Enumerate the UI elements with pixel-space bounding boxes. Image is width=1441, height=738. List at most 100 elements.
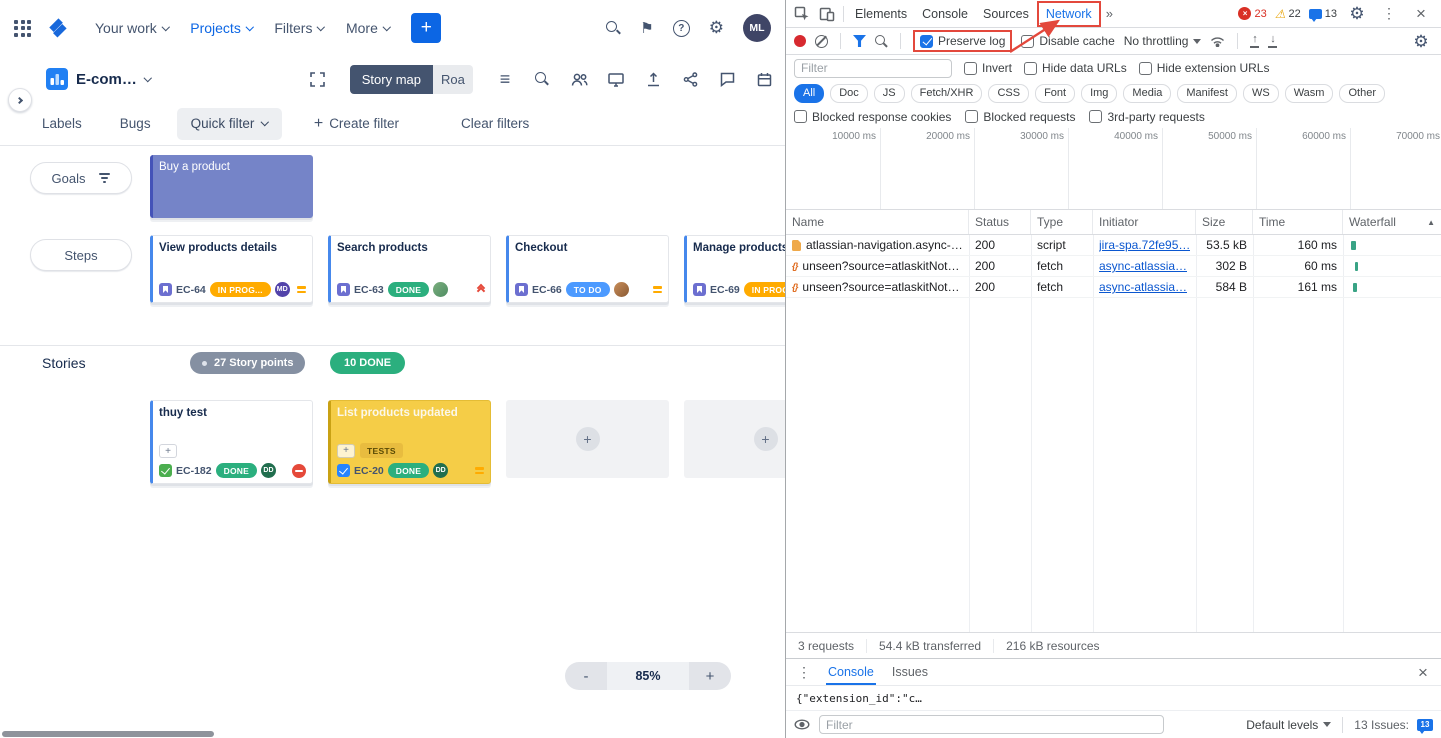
invert-checkbox[interactable]: Invert (964, 61, 1012, 75)
device-toolbar-icon[interactable] (815, 2, 839, 26)
blocked-requests-checkbox[interactable]: Blocked requests (965, 110, 1075, 124)
column-header-initiator[interactable]: Initiator (1093, 210, 1196, 234)
inspect-element-icon[interactable] (790, 2, 814, 26)
roadmap-view-button[interactable]: Roa (433, 65, 473, 94)
column-header-status[interactable]: Status (969, 210, 1031, 234)
quick-filter-button[interactable]: Quick filter (177, 108, 282, 140)
help-icon[interactable] (673, 20, 690, 37)
add-card-icon[interactable] (576, 427, 600, 451)
checkbox-icon[interactable] (794, 110, 807, 123)
status-badge[interactable]: TO DO (566, 282, 610, 297)
export-har-icon[interactable]: ↓ (1268, 34, 1277, 48)
issue-key[interactable]: EC-63 (354, 284, 384, 296)
share-icon[interactable] (681, 70, 699, 88)
more-tabs-chevron[interactable]: » (1102, 6, 1117, 21)
column-header-name[interactable]: Name (786, 210, 969, 234)
board-search-icon[interactable] (535, 72, 550, 87)
search-icon[interactable] (606, 21, 621, 36)
step-card[interactable]: Checkout EC-66 TO DO (506, 235, 669, 303)
checkbox-icon[interactable] (1024, 62, 1037, 75)
devtools-menu-icon[interactable] (1377, 2, 1401, 26)
hide-data-urls-checkbox[interactable]: Hide data URLs (1024, 61, 1127, 75)
clear-filters-button[interactable]: Clear filters (461, 116, 529, 131)
drawer-close-icon[interactable] (1411, 660, 1435, 684)
create-button[interactable]: + (411, 13, 441, 43)
jira-logo[interactable] (47, 17, 69, 39)
empty-card-slot[interactable] (684, 400, 785, 478)
user-avatar[interactable]: ML (743, 14, 771, 42)
network-request-row[interactable]: unseen?source=atlaskitNot… 200 fetch asy… (786, 277, 1441, 298)
import-har-icon[interactable]: ↑ (1250, 34, 1259, 48)
column-header-time[interactable]: Time (1253, 210, 1343, 234)
filter-funnel-icon[interactable] (853, 35, 866, 47)
status-badge[interactable]: DONE (388, 282, 429, 297)
issue-key[interactable]: EC-66 (532, 284, 562, 296)
filter-type-css[interactable]: CSS (988, 84, 1029, 103)
tab-console[interactable]: Console (915, 3, 975, 25)
hide-extension-urls-checkbox[interactable]: Hide extension URLs (1139, 61, 1270, 75)
zoom-in-button[interactable]: + (689, 662, 731, 690)
tab-network[interactable]: Network (1037, 1, 1101, 27)
label-chip[interactable]: TESTS (360, 443, 403, 458)
story-card-selected[interactable]: List products updated TESTS EC-20 DONE D… (328, 400, 491, 484)
step-card[interactable]: Manage products EC-69 IN PROG... (684, 235, 785, 303)
app-switcher-icon[interactable] (14, 20, 31, 37)
export-icon[interactable] (644, 70, 662, 88)
goal-card[interactable]: Buy a product (150, 155, 313, 218)
clear-button[interactable] (815, 35, 828, 48)
column-header-type[interactable]: Type (1031, 210, 1093, 234)
checkbox-icon[interactable] (1139, 62, 1152, 75)
checkbox-icon[interactable] (964, 62, 977, 75)
tab-elements[interactable]: Elements (848, 3, 914, 25)
checkbox-icon[interactable] (1089, 110, 1102, 123)
issue-key[interactable]: EC-64 (176, 284, 206, 296)
presentation-icon[interactable] (607, 70, 625, 88)
nav-filters[interactable]: Filters (266, 12, 332, 44)
filter-type-other[interactable]: Other (1339, 84, 1385, 103)
nav-more[interactable]: More (338, 12, 397, 44)
network-conditions-icon[interactable] (1210, 35, 1225, 47)
errors-badge[interactable]: 23 (1238, 7, 1266, 20)
sidebar-expand-button[interactable] (8, 88, 32, 112)
empty-card-slot[interactable] (506, 400, 669, 478)
chevron-down-icon[interactable] (144, 74, 152, 82)
network-request-row[interactable]: unseen?source=atlaskitNot… 200 fetch asy… (786, 256, 1441, 277)
story-card[interactable]: thuy test EC-182 DONE DD (150, 400, 313, 484)
throttling-dropdown[interactable]: No throttling (1124, 34, 1202, 48)
drawer-tab-console[interactable]: Console (822, 659, 880, 685)
issue-key[interactable]: EC-182 (176, 465, 212, 477)
zoom-out-button[interactable]: - (565, 662, 607, 690)
eye-icon[interactable] (794, 719, 810, 730)
status-badge[interactable]: IN PROG... (744, 282, 785, 297)
filter-type-img[interactable]: Img (1081, 84, 1117, 103)
filter-type-manifest[interactable]: Manifest (1177, 84, 1237, 103)
console-filter-input[interactable] (819, 715, 1164, 734)
status-badge[interactable]: IN PROG... (210, 282, 271, 297)
column-header-size[interactable]: Size (1196, 210, 1253, 234)
network-request-row[interactable]: atlassian-navigation.async-… 200 script … (786, 235, 1441, 256)
announcements-icon[interactable] (640, 19, 653, 38)
settings-icon[interactable] (709, 19, 724, 38)
network-timeline-overview[interactable]: 10000 ms 20000 ms 30000 ms 40000 ms 5000… (786, 128, 1441, 210)
column-header-waterfall[interactable]: Waterfall▲ (1343, 210, 1441, 234)
initiator-link[interactable]: async-atlassia… (1099, 280, 1187, 294)
steps-row-label[interactable]: Steps (30, 239, 132, 271)
assignee-avatar[interactable]: DD (261, 463, 276, 478)
checkbox-icon[interactable] (965, 110, 978, 123)
drawer-menu-icon[interactable] (792, 660, 816, 684)
issue-key[interactable]: EC-20 (354, 465, 384, 477)
filter-type-all[interactable]: All (794, 84, 824, 103)
assignee-avatar[interactable]: MD (275, 282, 290, 297)
network-filter-input[interactable] (794, 59, 952, 78)
add-label-button[interactable] (159, 444, 177, 458)
step-card[interactable]: View products details EC-64 IN PROG... M… (150, 235, 313, 303)
preserve-log-checkbox[interactable]: Preserve log (920, 34, 1005, 48)
warnings-badge[interactable]: 22 (1275, 7, 1301, 21)
filter-type-fetch-xhr[interactable]: Fetch/XHR (911, 84, 983, 103)
horizontal-scrollbar[interactable] (2, 731, 214, 737)
calendar-icon[interactable] (755, 70, 773, 88)
console-log-entry[interactable]: {"extension_id":"c… (786, 686, 1441, 711)
checkbox-icon[interactable] (1021, 35, 1034, 48)
filter-type-doc[interactable]: Doc (830, 84, 868, 103)
assignee-avatar[interactable] (433, 282, 448, 297)
